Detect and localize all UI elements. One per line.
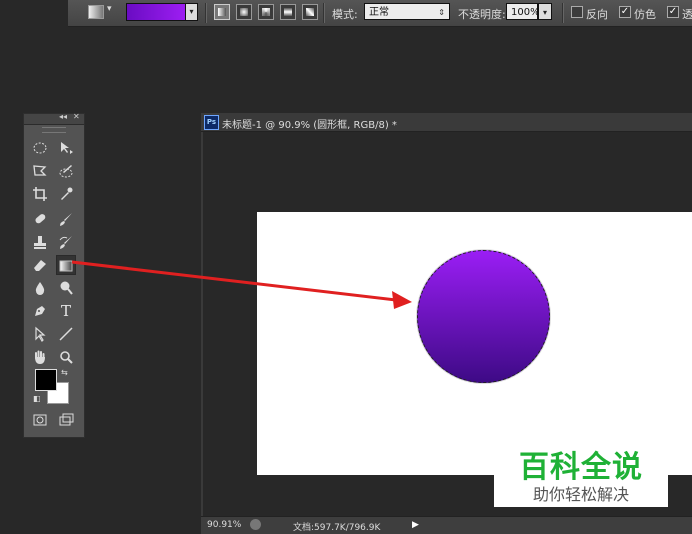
path-selection-icon[interactable] — [30, 324, 50, 344]
default-colors-icon[interactable]: ◧ — [33, 394, 41, 403]
panel-grip[interactable] — [42, 127, 66, 133]
polygonal-lasso-icon[interactable] — [30, 161, 50, 181]
reverse-label: 反向 — [586, 8, 608, 21]
status-menu-arrow-icon[interactable]: ▶ — [412, 520, 419, 530]
opacity-label: 不透明度: — [458, 8, 506, 21]
diamond-gradient-button[interactable] — [302, 4, 318, 20]
line-icon[interactable] — [56, 324, 76, 344]
reverse-checkbox[interactable] — [571, 6, 583, 18]
opacity-input[interactable]: 100% — [506, 3, 540, 20]
dither-checkbox[interactable]: ✓ — [619, 6, 631, 18]
hand-icon[interactable] — [30, 347, 50, 367]
gradient-tool-icon[interactable] — [56, 255, 76, 275]
quick-mask-icon[interactable] — [30, 410, 50, 430]
options-bar: ▾ ▾ 模式: 正常 ⇕ 不透明度: 100% ▾ 反向 ✓ 仿色 ✓ 透 — [68, 0, 692, 27]
screen-mode-icon[interactable] — [56, 410, 76, 430]
zoom-level[interactable]: 90.91% — [207, 520, 241, 530]
type-glyph: T — [60, 302, 71, 320]
transparency-checkbox[interactable]: ✓ — [667, 6, 679, 18]
chevron-down-icon[interactable]: ▾ — [107, 4, 112, 14]
watermark-title: 百科全说 — [519, 450, 643, 485]
watermark: 百科全说 助你轻松解决 — [494, 440, 668, 507]
foreground-color-swatch[interactable] — [35, 369, 57, 391]
gradient-picker-dropdown[interactable]: ▾ — [185, 3, 198, 21]
opacity-dropdown[interactable]: ▾ — [538, 3, 552, 20]
pen-icon[interactable] — [30, 301, 50, 321]
crop-icon[interactable] — [30, 184, 50, 204]
swap-colors-icon[interactable]: ⇆ — [61, 368, 68, 377]
status-info-icon[interactable] — [250, 519, 261, 530]
elliptical-marquee-icon[interactable] — [30, 138, 50, 158]
tools-panel: ◂◂ ✕ T ⇆ ◧ — [23, 112, 85, 438]
dither-label: 仿色 — [634, 8, 656, 21]
document-size: 文档:597.7K/796.9K — [293, 523, 381, 533]
separator — [562, 3, 564, 23]
collapse-icon[interactable]: ◂◂ — [59, 112, 67, 121]
history-brush-icon[interactable] — [56, 232, 76, 252]
tools-panel-header[interactable]: ◂◂ ✕ — [24, 112, 84, 125]
tool-preset-icon[interactable] — [88, 5, 104, 19]
zoom-icon[interactable] — [56, 347, 76, 367]
quick-selection-icon[interactable] — [56, 161, 76, 181]
dodge-icon[interactable] — [56, 278, 76, 298]
updown-icon: ⇕ — [438, 8, 445, 17]
eyedropper-icon[interactable] — [56, 184, 76, 204]
close-icon[interactable]: ✕ — [73, 112, 80, 121]
type-icon[interactable]: T — [56, 301, 76, 321]
blur-icon[interactable] — [30, 278, 50, 298]
document-tab[interactable]: Ps 未标题-1 @ 90.9% (圆形框, RGB/8) * — [201, 113, 692, 132]
mode-select[interactable]: 正常 ⇕ — [364, 3, 450, 20]
ps-file-icon: Ps — [204, 115, 219, 130]
angle-gradient-button[interactable] — [258, 4, 274, 20]
watermark-subtitle: 助你轻松解决 — [532, 485, 629, 504]
move-icon[interactable] — [56, 138, 76, 158]
brush-icon[interactable] — [56, 209, 76, 229]
mode-value: 正常 — [369, 7, 389, 18]
transparency-label: 透 — [682, 8, 692, 21]
document-title: 未标题-1 @ 90.9% (圆形框, RGB/8) * — [222, 120, 397, 131]
clone-stamp-icon[interactable] — [30, 232, 50, 252]
separator — [205, 3, 207, 23]
mode-label: 模式: — [332, 8, 358, 21]
radial-gradient-button[interactable] — [236, 4, 252, 20]
opacity-value: 100% — [511, 7, 540, 18]
separator — [323, 3, 325, 23]
gradient-editor-swatch[interactable] — [126, 3, 186, 21]
status-bar: 90.91% 文档:597.7K/796.9K ▶ — [201, 516, 692, 534]
eraser-icon[interactable] — [30, 255, 50, 275]
marching-ants-selection — [417, 250, 550, 383]
reflected-gradient-button[interactable] — [280, 4, 296, 20]
linear-gradient-button[interactable] — [214, 4, 230, 20]
spot-healing-brush-icon[interactable] — [30, 209, 50, 229]
